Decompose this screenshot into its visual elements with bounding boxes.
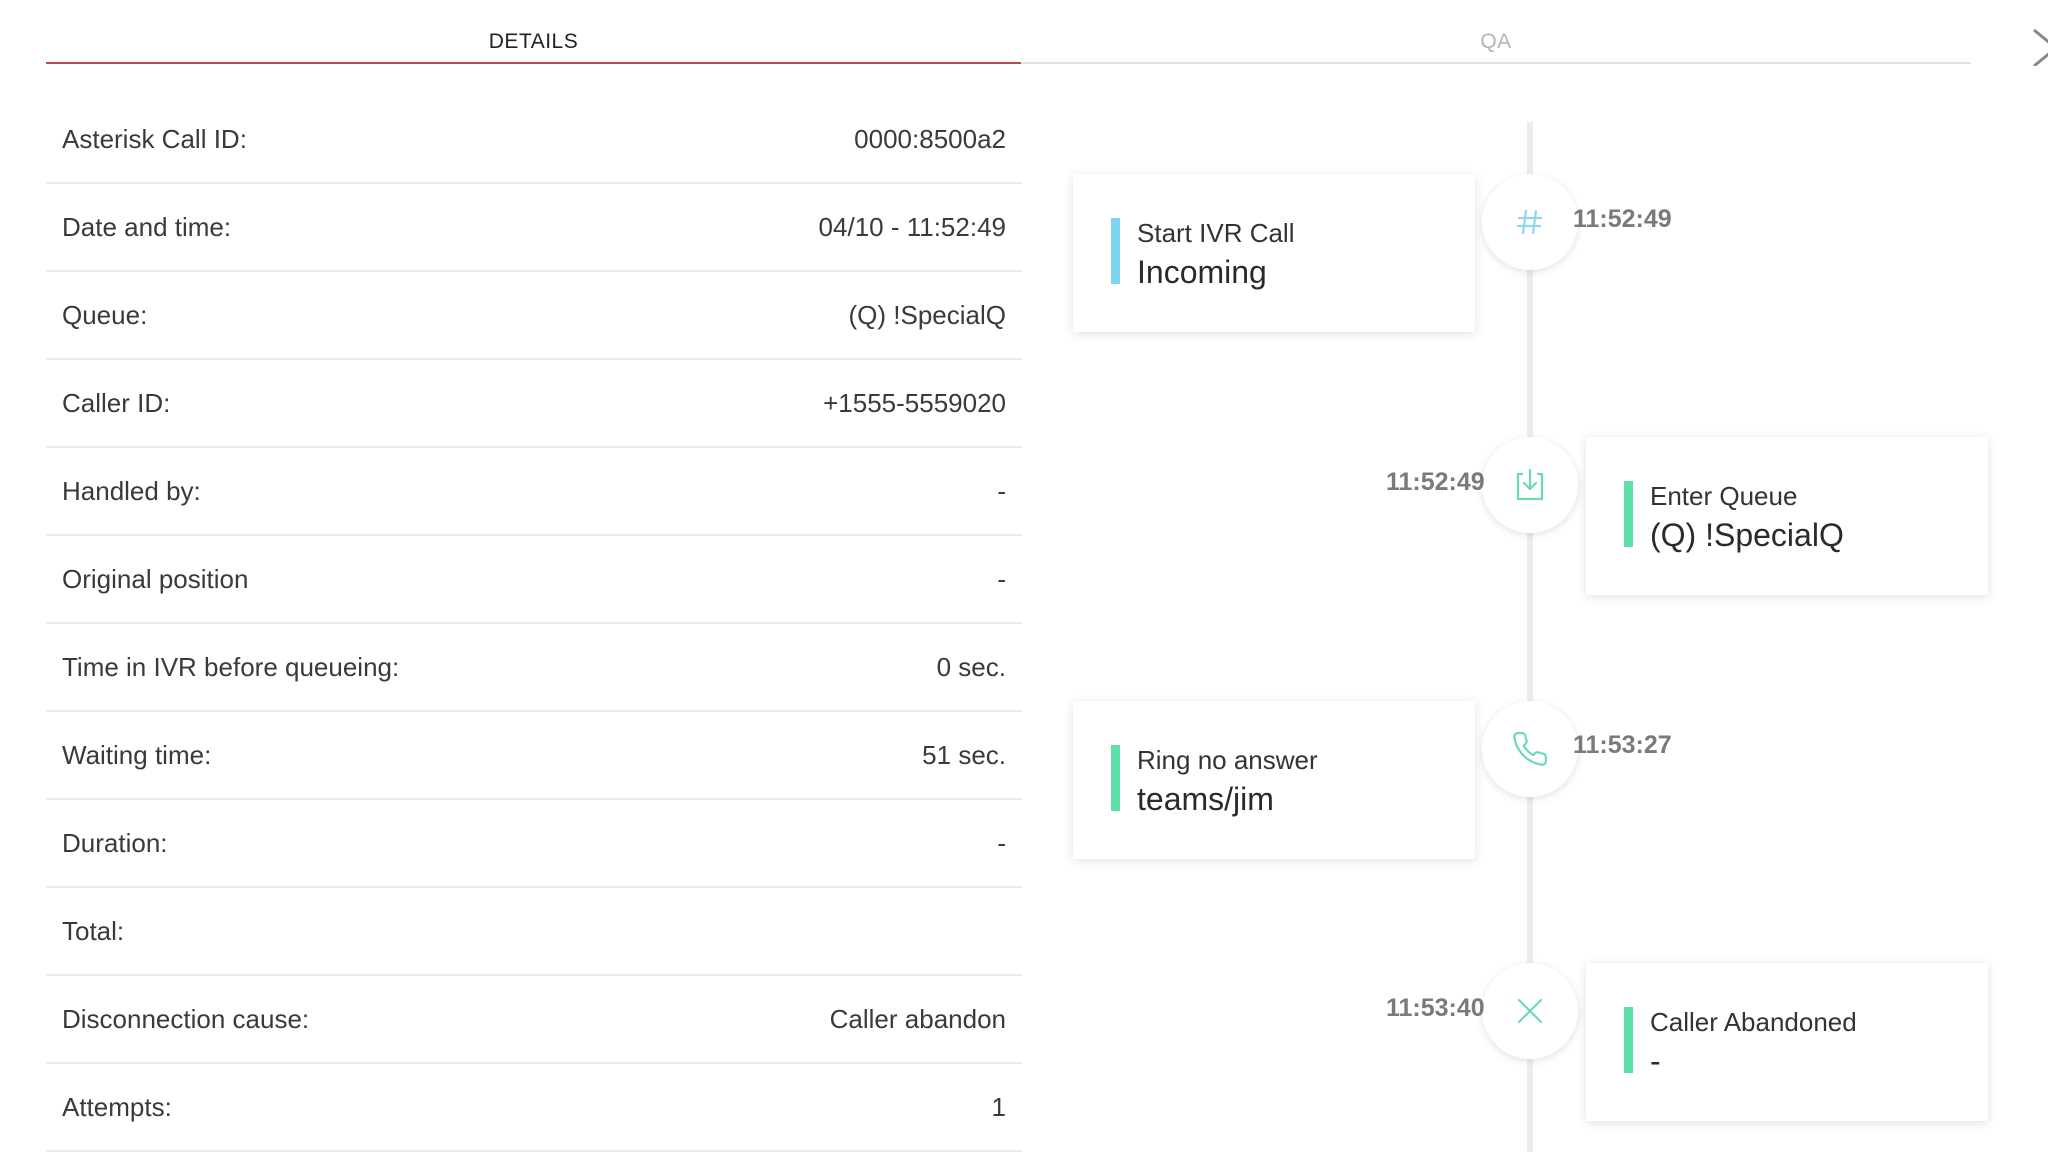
card-title: Caller Abandoned [1650, 1007, 1857, 1037]
detail-value: - [997, 475, 1006, 506]
tab-qa[interactable]: QA [1021, 0, 1971, 64]
phone-icon [1513, 732, 1547, 766]
card-subtitle: teams/jim [1137, 781, 1274, 817]
detail-row-handled-by: Handled by: - [46, 448, 1022, 536]
detail-value: +1555-5559020 [823, 387, 1006, 418]
detail-label: Queue: [62, 299, 148, 330]
card-title: Start IVR Call [1137, 218, 1295, 248]
timeline-card-start-ivr: Start IVR Call Incoming [1073, 174, 1475, 332]
detail-label: Disconnection cause: [62, 1003, 310, 1034]
event-time: 11:53:27 [1573, 731, 1672, 759]
x-icon [1517, 998, 1543, 1024]
detail-value: - [997, 563, 1006, 594]
detail-value: 0 sec. [936, 651, 1006, 682]
card-title: Enter Queue [1650, 481, 1798, 511]
card-accent-bar [1111, 745, 1120, 811]
detail-row-attempts: Attempts: 1 [46, 1064, 1022, 1152]
event-time: 11:52:49 [1573, 205, 1672, 233]
card-subtitle: (Q) !SpecialQ [1650, 517, 1844, 553]
detail-value: - [997, 827, 1006, 858]
timeline-node [1482, 963, 1578, 1059]
detail-label: Time in IVR before queueing: [62, 651, 400, 682]
detail-label: Waiting time: [62, 739, 212, 770]
detail-row-date-time: Date and time: 04/10 - 11:52:49 [46, 184, 1022, 272]
detail-value: 51 sec. [922, 739, 1006, 770]
detail-label: Date and time: [62, 211, 232, 242]
detail-label: Caller ID: [62, 387, 171, 418]
detail-row-total: Total: [46, 888, 1022, 976]
detail-row-ivr-time: Time in IVR before queueing: 0 sec. [46, 624, 1022, 712]
card-title: Ring no answer [1137, 745, 1318, 775]
detail-label: Handled by: [62, 475, 201, 506]
timeline-node [1482, 701, 1578, 797]
timeline-node [1482, 174, 1578, 270]
detail-row-duration: Duration: - [46, 800, 1022, 888]
timeline-card-enter-queue: Enter Queue (Q) !SpecialQ [1586, 437, 1988, 595]
tab-bar: DETAILS QA [46, 0, 1971, 64]
detail-row-waiting-time: Waiting time: 51 sec. [46, 712, 1022, 800]
event-time: 11:53:40 [1386, 994, 1485, 1022]
detail-row-queue: Queue: (Q) !SpecialQ [46, 272, 1022, 360]
hash-icon [1516, 209, 1543, 235]
detail-label: Attempts: [62, 1091, 172, 1122]
card-accent-bar [1624, 481, 1633, 547]
close-icon[interactable] [2030, 26, 2048, 66]
tab-details[interactable]: DETAILS [46, 0, 1021, 64]
detail-row-call-id: Asterisk Call ID: 0000:8500a2 [46, 96, 1022, 184]
timeline-card-caller-abandoned: Caller Abandoned - [1586, 963, 1988, 1121]
detail-value: Caller abandon [829, 1003, 1006, 1034]
detail-value: (Q) !SpecialQ [848, 299, 1007, 330]
card-accent-bar [1111, 218, 1120, 284]
card-subtitle: - [1650, 1043, 1661, 1079]
detail-value: 0000:8500a2 [854, 123, 1006, 154]
card-subtitle: Incoming [1137, 254, 1267, 290]
detail-row-original-position: Original position - [46, 536, 1022, 624]
details-list: Asterisk Call ID: 0000:8500a2 Date and ti… [46, 96, 1022, 1152]
queue-enter-icon [1516, 468, 1544, 501]
event-time: 11:52:49 [1386, 468, 1485, 496]
card-accent-bar [1624, 1007, 1633, 1073]
detail-label: Total: [62, 915, 125, 946]
detail-row-disconnection-cause: Disconnection cause: Caller abandon [46, 976, 1022, 1064]
detail-value: 1 [991, 1091, 1006, 1122]
timeline-card-ring-no-answer: Ring no answer teams/jim [1073, 701, 1475, 859]
detail-label: Original position [62, 563, 249, 594]
detail-label: Duration: [62, 827, 168, 858]
timeline-node [1482, 437, 1578, 533]
detail-row-caller-id: Caller ID: +1555-5559020 [46, 360, 1022, 448]
detail-label: Asterisk Call ID: [62, 123, 247, 154]
detail-value: 04/10 - 11:52:49 [818, 211, 1006, 242]
